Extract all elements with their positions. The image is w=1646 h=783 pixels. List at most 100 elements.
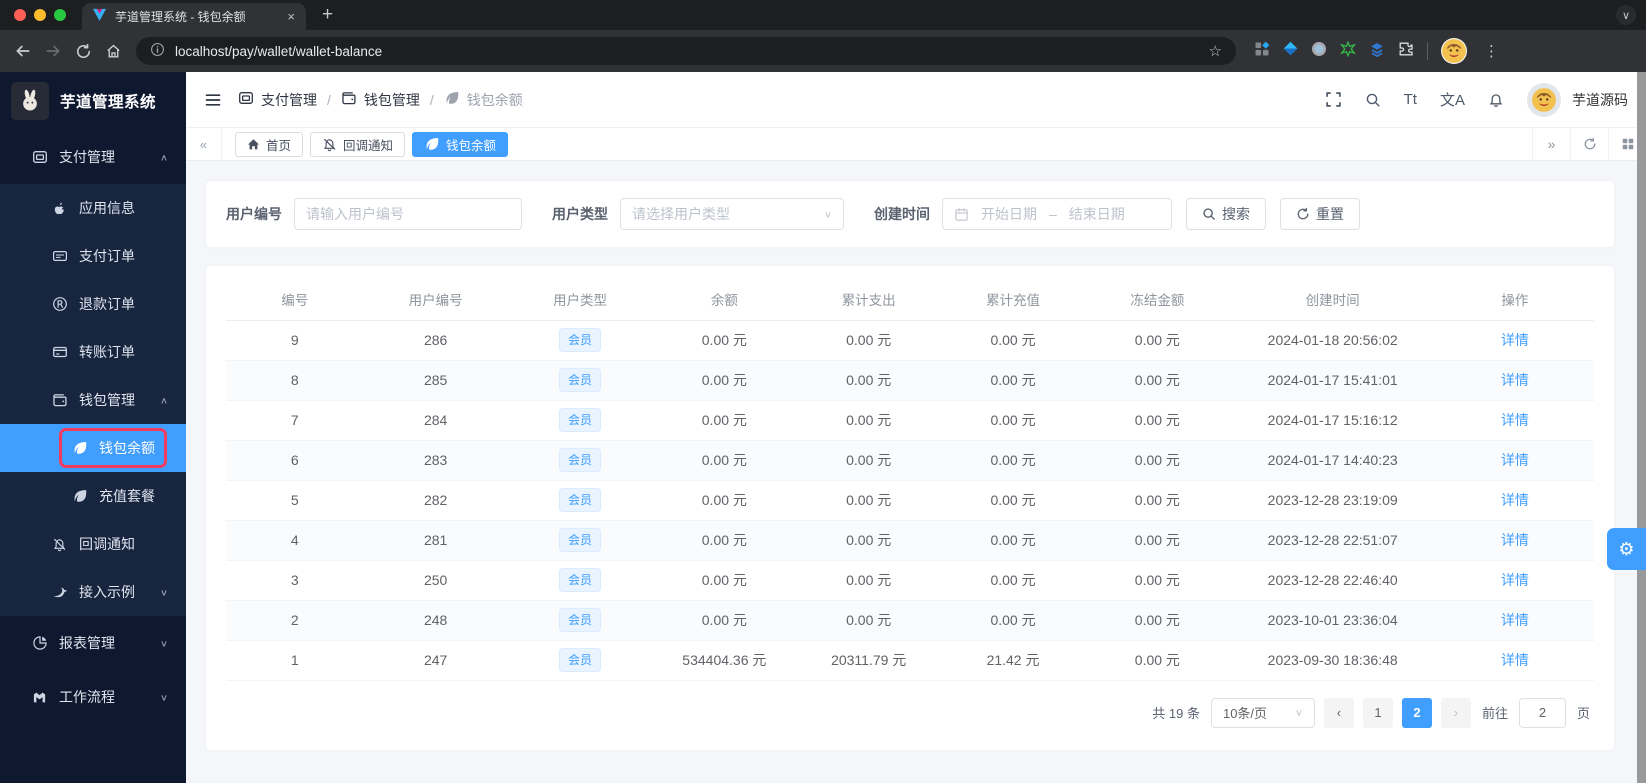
cell-expense: 0.00 元 [796, 360, 941, 401]
detail-link[interactable]: 详情 [1501, 612, 1529, 628]
sidebar-menu-item[interactable]: 接入示例 ∨ [0, 568, 186, 616]
window-minimize-button[interactable] [34, 9, 46, 21]
date-range-picker[interactable]: 开始日期 – 结束日期 [942, 198, 1172, 230]
pagination: 共 19 条 10条/页 ∨ ‹ 1 2 › 前往 2 页 [226, 681, 1594, 740]
leaf-icon [71, 440, 88, 456]
page-tab[interactable]: 首页 [235, 131, 304, 157]
menu-item-label: 充值套餐 [99, 488, 155, 504]
detail-link[interactable]: 详情 [1501, 652, 1529, 668]
sidebar-collapse-icon[interactable] [204, 91, 222, 109]
cell-frozen: 0.00 元 [1085, 360, 1230, 401]
translate-icon[interactable]: 文A [1440, 89, 1465, 110]
app-title: 芋道管理系统 [60, 94, 157, 111]
sidebar-menu-item[interactable]: 回调通知 [0, 520, 186, 568]
forward-icon[interactable] [38, 36, 68, 66]
reset-button[interactable]: 重置 [1280, 198, 1360, 230]
page-button-1[interactable]: 1 [1362, 697, 1393, 728]
sidebar-menu-item[interactable]: 支付管理 ∧ [0, 130, 186, 184]
app-logo[interactable]: 芋道管理系统 [0, 72, 186, 130]
table-row: 1 247 会员 534404.36 元 20311.79 元 21.42 元 … [226, 640, 1594, 681]
extensions-grid-icon[interactable] [1254, 41, 1270, 62]
cell-expense: 0.00 元 [796, 480, 941, 521]
detail-link[interactable]: 详情 [1501, 452, 1529, 468]
pinia-star-icon[interactable] [1339, 39, 1357, 62]
home-nav-icon[interactable] [98, 36, 128, 66]
sidebar-menu-item[interactable]: 退款订单 [0, 280, 186, 328]
menu-item-label: 钱包余额 [99, 440, 155, 456]
page-size-select[interactable]: 10条/页 ∨ [1210, 697, 1315, 728]
site-info-icon[interactable] [150, 42, 165, 60]
cell-expense: 0.00 元 [796, 520, 941, 561]
fullscreen-icon[interactable] [1325, 91, 1342, 108]
extensions-puzzle-icon[interactable] [1398, 41, 1414, 62]
back-icon[interactable] [8, 36, 38, 66]
prev-page-button[interactable]: ‹ [1323, 697, 1354, 728]
sidebar-menu-item[interactable]: 工作流程 ∨ [0, 670, 186, 724]
page-tab[interactable]: 钱包余额 [412, 131, 509, 157]
chevron-icon: ∧ [159, 152, 168, 163]
bookmark-star-icon[interactable]: ☆ [1209, 42, 1222, 60]
tab-close-icon[interactable]: × [284, 9, 298, 24]
window-close-button[interactable] [14, 9, 26, 21]
new-tab-button[interactable]: + [306, 4, 349, 30]
window-maximize-button[interactable] [54, 9, 66, 21]
next-page-button[interactable]: › [1440, 697, 1471, 728]
cell-action: 详情 [1435, 480, 1594, 521]
refresh-page-icon[interactable] [1570, 128, 1608, 160]
sidebar-menu-item[interactable]: 充值套餐 [0, 472, 186, 520]
detail-link[interactable]: 详情 [1501, 532, 1529, 548]
detail-link[interactable]: 详情 [1501, 332, 1529, 348]
browser-tabstrip: 芋道管理系统 - 钱包余额 × + ∨ [0, 0, 1646, 30]
sidebar-menu-item[interactable]: 报表管理 ∨ [0, 616, 186, 670]
menu-item-label: 接入示例 [79, 584, 135, 600]
extension-circle-icon[interactable] [1311, 41, 1327, 62]
browser-scrollbar[interactable] [1637, 72, 1646, 783]
address-bar[interactable]: localhost/pay/wallet/wallet-balance ☆ [136, 37, 1236, 65]
detail-link[interactable]: 详情 [1501, 492, 1529, 508]
col-expense: 累计支出 [796, 278, 941, 321]
leaf-icon [71, 488, 88, 504]
leaf-icon [424, 136, 440, 152]
cell-user-type: 会员 [507, 640, 653, 681]
vue-devtools-icon[interactable] [1283, 41, 1298, 61]
search-icon[interactable] [1365, 92, 1381, 108]
sidebar-menu-item[interactable]: 钱包余额 [0, 424, 186, 472]
goto-page-input[interactable]: 2 [1518, 697, 1566, 728]
cell-created: 2023-10-01 23:36:04 [1229, 600, 1436, 641]
breadcrumb-item[interactable]: 支付管理 [238, 90, 317, 110]
breadcrumb-current: 钱包余额 [444, 90, 523, 110]
detail-link[interactable]: 详情 [1501, 372, 1529, 388]
sidebar-menu-item[interactable]: 支付订单 [0, 232, 186, 280]
user-avatar[interactable] [1527, 82, 1561, 117]
page-tab[interactable]: 回调通知 [310, 131, 406, 157]
browser-tab-title: 芋道管理系统 - 钱包余额 [115, 10, 246, 24]
breadcrumb-item[interactable]: 钱包管理 [341, 90, 420, 110]
browser-tab[interactable]: 芋道管理系统 - 钱包余额 × [82, 3, 306, 30]
sidebar: 芋道管理系统 支付管理 ∧ 应用信息 支付订单 退款订单 转账订单 钱包管理 ∧… [0, 72, 186, 783]
layers-extension-icon[interactable] [1369, 41, 1385, 62]
sidebar-menu-item[interactable]: 钱包管理 ∧ [0, 376, 186, 424]
detail-link[interactable]: 详情 [1501, 412, 1529, 428]
rabbit-logo-icon [11, 82, 49, 120]
notification-bell-icon[interactable] [1488, 92, 1504, 108]
user-type-select[interactable]: 请选择用户类型 ∨ [620, 198, 844, 230]
tab-search-button[interactable]: ∨ [1616, 5, 1636, 25]
page-button-2[interactable]: 2 [1401, 697, 1432, 728]
browser-menu-icon[interactable]: ⋮ [1480, 42, 1503, 60]
profile-avatar[interactable] [1441, 38, 1467, 64]
detail-link[interactable]: 详情 [1501, 572, 1529, 588]
sidebar-menu: 支付管理 ∧ 应用信息 支付订单 退款订单 转账订单 钱包管理 ∧ 钱包余额 充… [0, 130, 186, 783]
cell-recharge: 0.00 元 [940, 360, 1086, 401]
user-id-input[interactable]: 请输入用户编号 [294, 198, 522, 230]
user-name[interactable]: 芋道源码 [1572, 90, 1628, 110]
search-button[interactable]: 搜索 [1186, 198, 1266, 230]
tabs-scroll-right-icon[interactable]: » [1532, 128, 1570, 160]
reload-icon[interactable] [68, 36, 98, 66]
font-size-icon[interactable]: Tt [1404, 91, 1417, 108]
calendar-icon [954, 207, 969, 222]
tabs-scroll-left-icon[interactable]: « [186, 128, 222, 160]
sidebar-menu-item[interactable]: 转账订单 [0, 328, 186, 376]
settings-gear-button[interactable]: ⚙ [1607, 528, 1646, 570]
sidebar-menu-item[interactable]: 应用信息 [0, 184, 186, 232]
cell-action: 详情 [1435, 520, 1594, 561]
